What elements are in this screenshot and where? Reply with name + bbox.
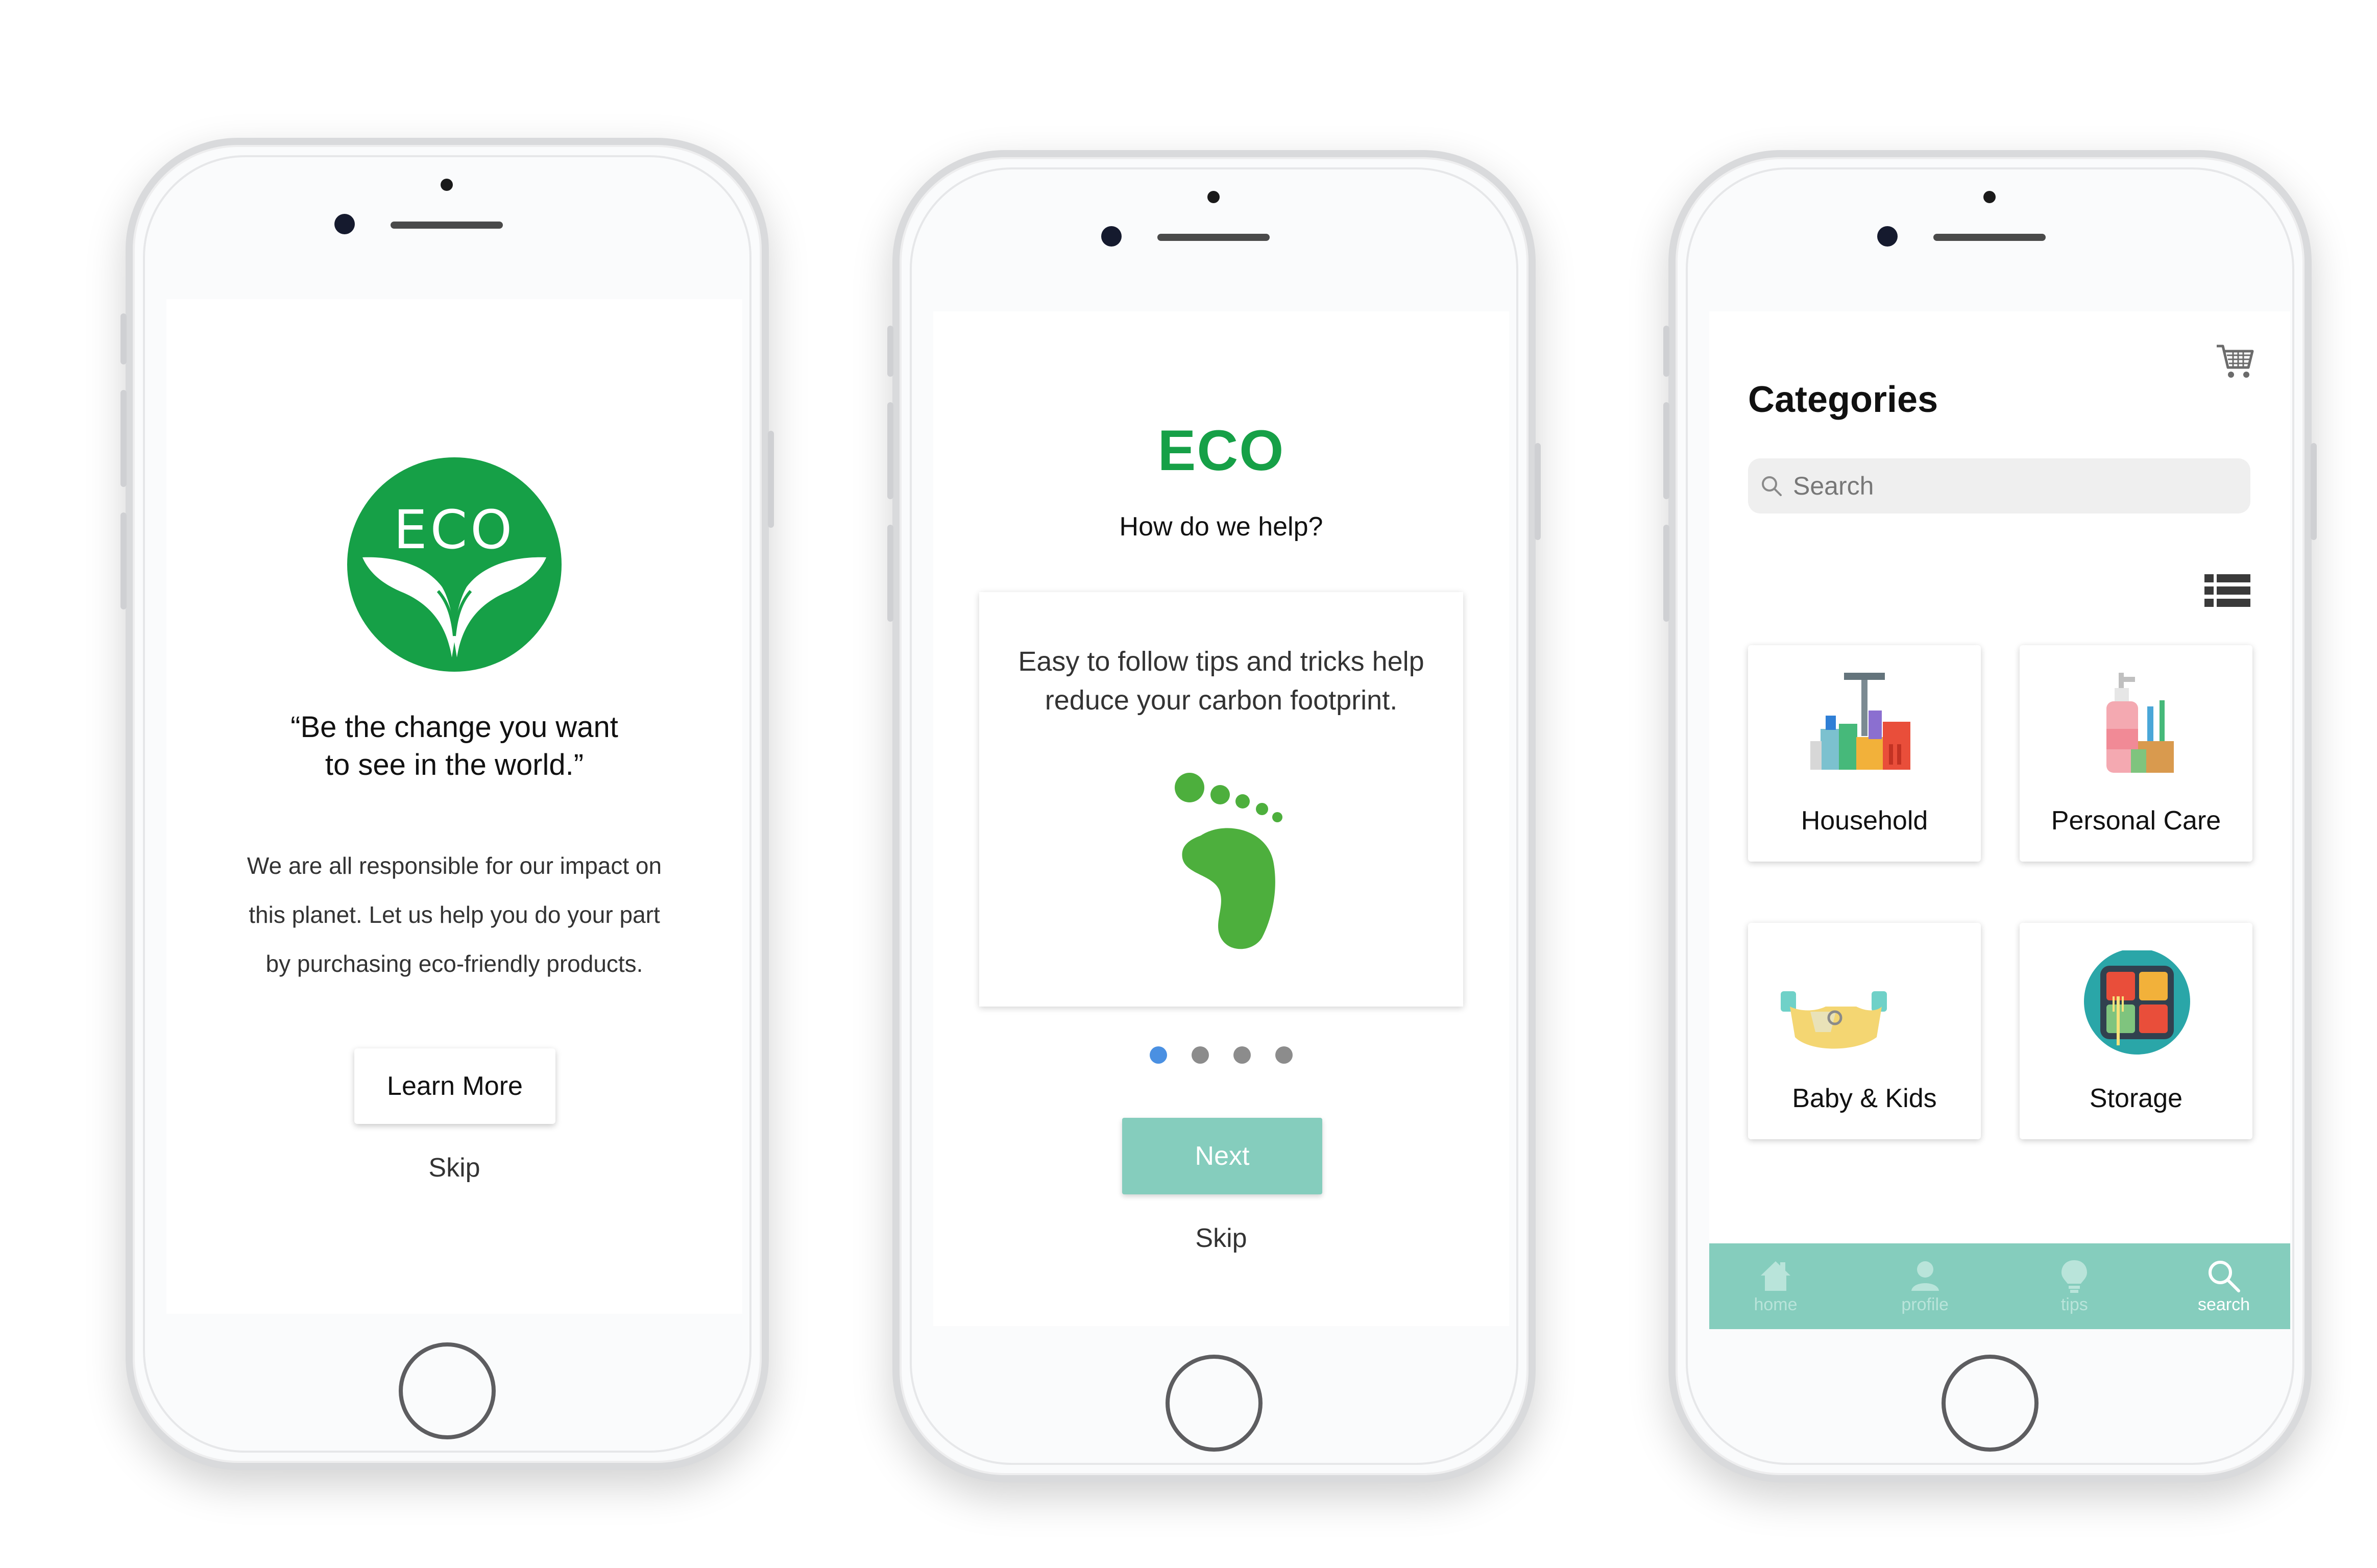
category-label: Storage (2089, 1084, 2183, 1113)
mute-switch (1663, 326, 1669, 377)
category-card-personal-care[interactable]: Personal Care (2020, 645, 2252, 862)
tab-profile[interactable]: profile (1879, 1243, 1971, 1329)
category-label: Baby & Kids (1792, 1084, 1937, 1113)
pager-dot-4[interactable] (1275, 1046, 1293, 1064)
tab-label: tips (2060, 1294, 2088, 1314)
pager-dots (933, 1046, 1509, 1064)
earpiece-speaker (1157, 234, 1270, 241)
earpiece-speaker (391, 222, 503, 229)
intro-line-1: We are all responsible for our impact on (247, 852, 662, 879)
toiletries-icon (2106, 673, 2174, 773)
footprint-icon (1175, 773, 1282, 949)
categories-screen: Categories Search Household Personal Car… (1709, 311, 2290, 1329)
lunchbox-icon (2084, 950, 2190, 1055)
front-camera (1877, 226, 1898, 247)
eco-logo: ECO (347, 457, 562, 672)
home-button[interactable] (1166, 1355, 1263, 1452)
category-card-storage[interactable]: Storage (2020, 923, 2252, 1139)
intro-line-2: this planet. Let us help you do your par… (249, 901, 660, 928)
power-button (2311, 443, 2317, 540)
home-button[interactable] (399, 1342, 496, 1439)
learn-more-button[interactable]: Learn More (354, 1048, 555, 1124)
volume-up-button (120, 390, 127, 487)
tab-home[interactable]: home (1730, 1243, 1822, 1329)
tab-label: search (2197, 1294, 2250, 1314)
proximity-sensor (441, 179, 453, 191)
lightbulb-icon (2061, 1260, 2088, 1293)
search-input[interactable] (1792, 471, 2228, 501)
profile-icon (1911, 1261, 1939, 1291)
proximity-sensor (1983, 191, 1996, 203)
mute-switch (120, 313, 127, 364)
quote-line-1: “Be the change you want (290, 710, 618, 744)
card-text-line-2: reduce your carbon footprint. (1045, 685, 1398, 716)
tab-tips[interactable]: tips (2028, 1243, 2120, 1329)
how-we-help-heading: How do we help? (1119, 512, 1323, 542)
volume-down-button (887, 525, 893, 622)
next-button[interactable]: Next (1122, 1118, 1322, 1194)
phone-frame-categories: Categories Search Household Personal Car… (1663, 150, 2317, 1482)
phone-frame-onboarding: ECO How do we help? Easy to follow tips … (887, 150, 1541, 1482)
eco-logo-text: ECO (394, 499, 515, 561)
front-camera (1101, 226, 1122, 247)
front-camera (334, 214, 355, 234)
volume-down-button (120, 512, 127, 609)
category-card-baby-kids[interactable]: Baby & Kids (1748, 923, 1981, 1139)
intro-line-3: by purchasing eco-friendly products. (265, 950, 643, 977)
list-view-icon[interactable] (2204, 574, 2250, 607)
tab-label: home (1754, 1294, 1798, 1314)
pager-dot-2[interactable] (1192, 1046, 1209, 1064)
volume-down-button (1663, 525, 1669, 622)
category-card-household[interactable]: Household (1748, 645, 1981, 862)
skip-link[interactable]: Skip (166, 1153, 742, 1183)
onboarding-screen: ECO How do we help? Easy to follow tips … (933, 311, 1509, 1326)
category-label: Household (1801, 806, 1928, 836)
power-button (768, 431, 774, 528)
home-button[interactable] (1942, 1355, 2039, 1452)
bottom-tab-bar: home profile tips search (1709, 1243, 2290, 1329)
volume-up-button (1663, 402, 1669, 499)
diaper-bottle-icon (1781, 991, 1887, 1049)
welcome-screen: ECO “Be the change you want to see in th… (166, 299, 742, 1314)
power-button (1535, 443, 1541, 540)
proximity-sensor (1207, 191, 1220, 203)
pager-dot-3[interactable] (1233, 1046, 1251, 1064)
mute-switch (887, 326, 893, 377)
eco-title: ECO (1157, 419, 1285, 482)
tab-label: profile (1901, 1294, 1949, 1314)
card-text-line-1: Easy to follow tips and tricks help (1018, 646, 1424, 677)
skip-link[interactable]: Skip (933, 1223, 1509, 1254)
category-label: Personal Care (2051, 806, 2221, 836)
cleaning-supplies-icon (1810, 673, 1910, 770)
tab-search[interactable]: search (2178, 1243, 2270, 1329)
search-icon (2208, 1260, 2240, 1292)
page-title: Categories (1748, 379, 1938, 420)
onboarding-card: Easy to follow tips and tricks help redu… (979, 592, 1463, 1007)
shopping-cart-icon[interactable] (2215, 342, 2255, 381)
quote-line-2: to see in the world.” (325, 748, 584, 781)
home-icon (1761, 1261, 1790, 1291)
volume-up-button (887, 402, 893, 499)
phone-frame-welcome: ECO “Be the change you want to see in th… (120, 138, 774, 1470)
search-bar[interactable] (1748, 458, 2250, 513)
search-icon (1762, 476, 1782, 496)
earpiece-speaker (1933, 234, 2046, 241)
pager-dot-1[interactable] (1150, 1046, 1167, 1064)
